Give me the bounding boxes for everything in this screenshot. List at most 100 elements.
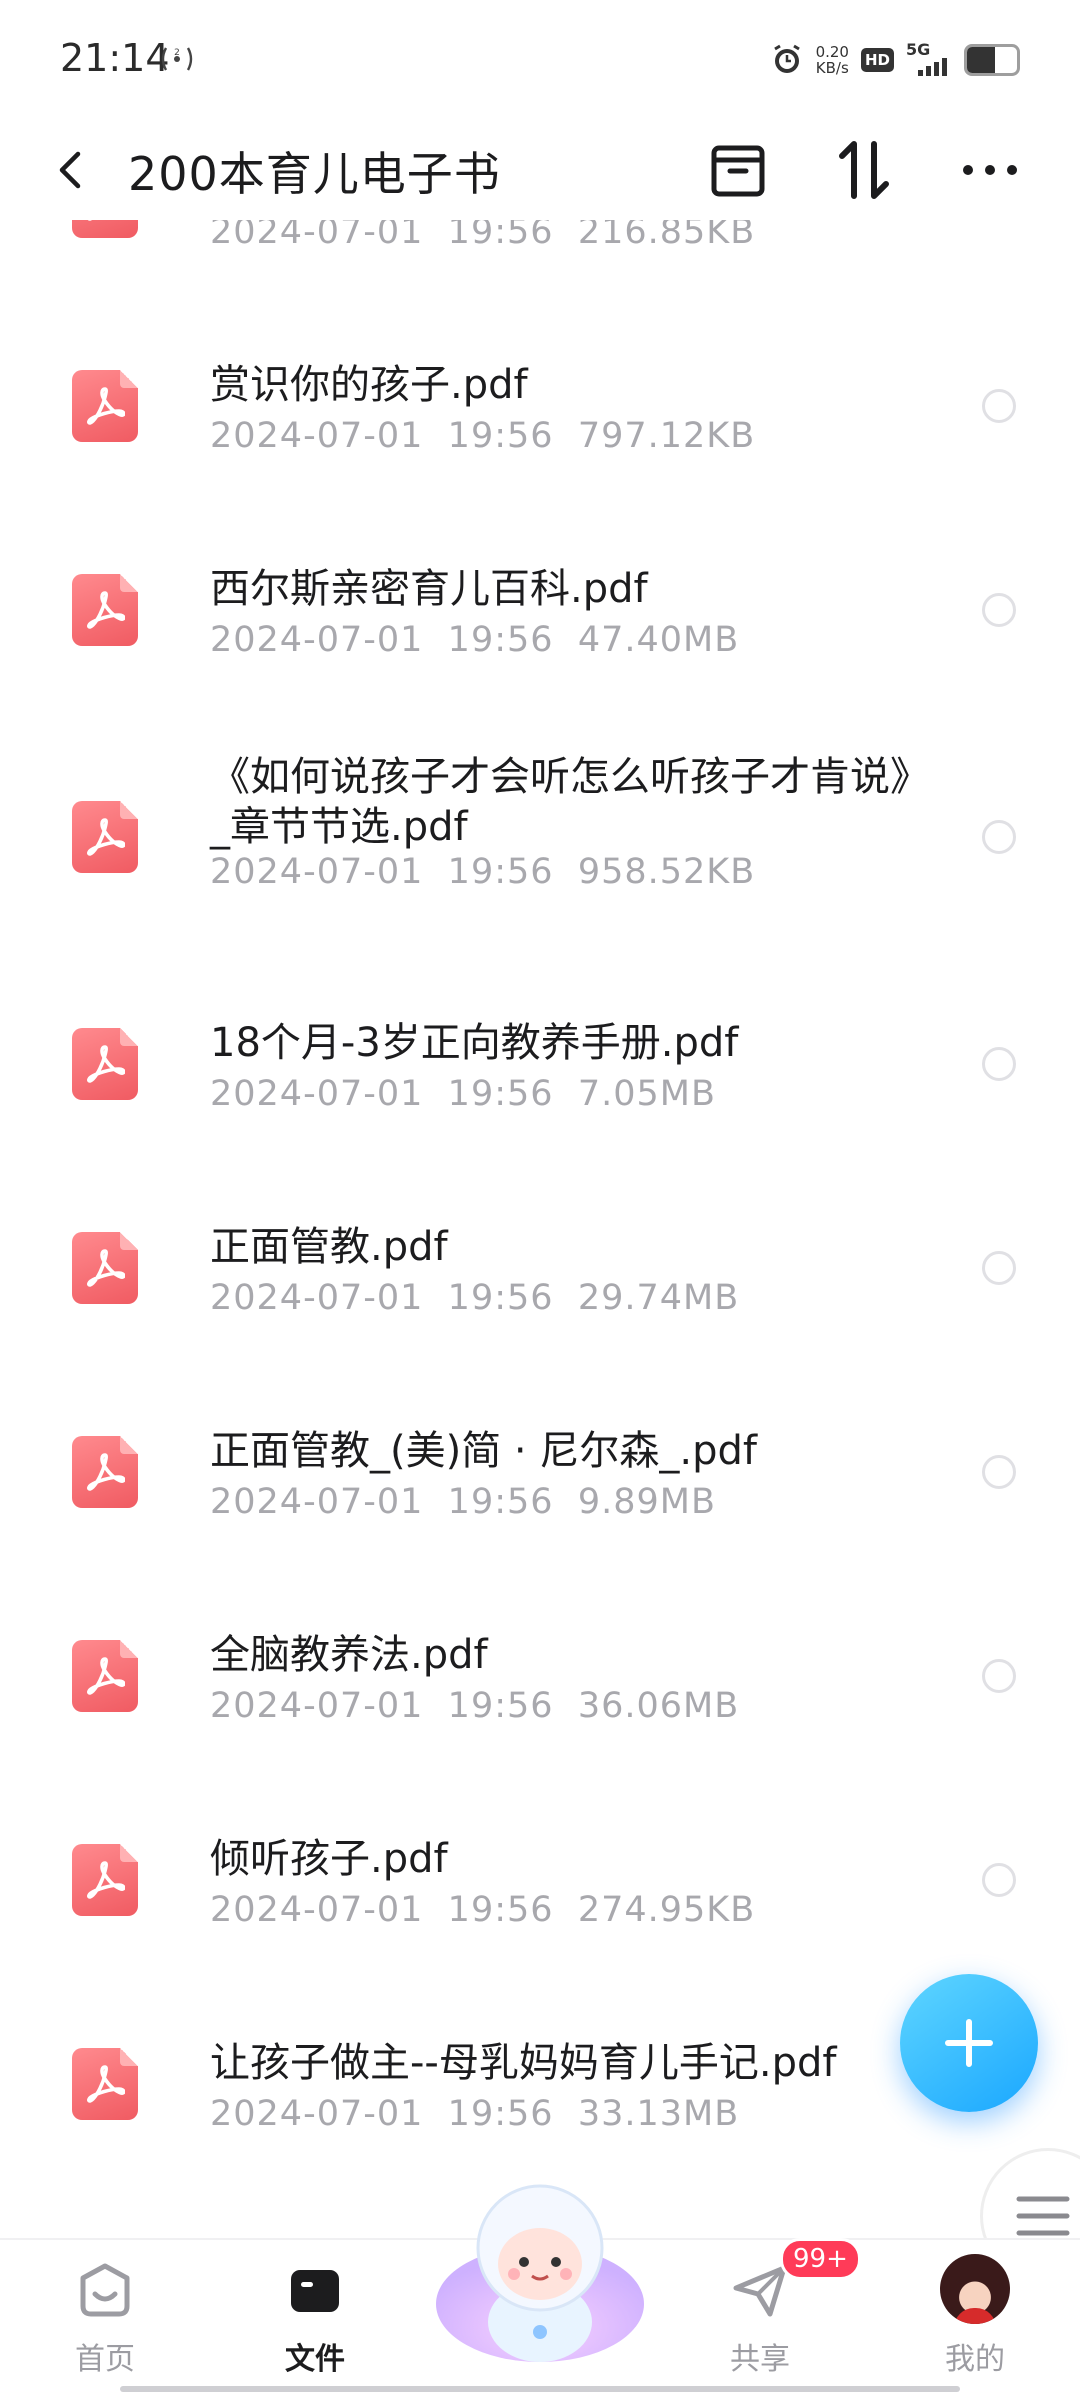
svg-text:2: 2 <box>174 48 180 58</box>
avatar <box>940 2254 1010 2324</box>
select-checkbox[interactable] <box>982 1251 1016 1285</box>
nav-files[interactable]: 文件 <box>225 2240 405 2380</box>
select-checkbox[interactable] <box>982 1455 1016 1489</box>
file-date: 2024-07-01 <box>210 852 424 892</box>
file-meta: 2024-07-01 19:56 958.52KB <box>210 852 755 892</box>
select-checkbox[interactable] <box>982 1863 1016 1897</box>
file-meta: 2024-07-01 19:56 29.74MB <box>210 1278 739 1318</box>
pdf-file-icon <box>72 574 138 646</box>
file-time: 19:56 <box>447 416 554 456</box>
file-row[interactable]: 西尔斯亲密育儿百科.pdf 2024-07-01 19:56 47.40MB <box>0 508 1080 712</box>
file-size: 216.85KB <box>577 220 756 252</box>
file-size: 958.52KB <box>577 852 756 892</box>
file-size: 29.74MB <box>577 1278 740 1318</box>
file-name: 《如何说孩子才会听怎么听孩子才肯说》_章节节选.pdf <box>210 754 910 850</box>
home-indicator <box>120 2386 960 2392</box>
file-time: 19:56 <box>447 1482 554 1522</box>
file-size: 274.95KB <box>577 1890 756 1930</box>
hd-badge: HD <box>860 48 894 72</box>
pdf-file-icon <box>72 220 138 238</box>
file-time: 19:56 <box>447 852 554 892</box>
file-size: 36.06MB <box>577 1686 740 1726</box>
alarm-icon <box>773 44 800 73</box>
file-name: 全脑教养法.pdf <box>210 1632 488 1678</box>
pdf-file-icon <box>72 1844 138 1916</box>
file-time: 19:56 <box>447 2094 554 2134</box>
share-badge: 99+ <box>780 2238 861 2280</box>
file-date: 2024-07-01 <box>210 2094 424 2134</box>
more-icon[interactable] <box>956 136 1024 204</box>
status-time: 21:14 <box>60 36 170 80</box>
file-size: 33.13MB <box>577 2094 740 2134</box>
file-time: 19:56 <box>447 1686 554 1726</box>
pdf-file-icon <box>72 1028 138 1100</box>
file-time: 19:56 <box>447 1074 554 1114</box>
file-row[interactable]: 正面管教_(美)简 · 尼尔森_.pdf 2024-07-01 19:56 9.… <box>0 1370 1080 1574</box>
add-button[interactable] <box>900 1974 1038 2112</box>
file-row[interactable]: 赏识你的孩子.pdf 2024-07-01 19:56 797.12KB <box>0 304 1080 508</box>
nav-home-label: 首页 <box>75 2342 135 2377</box>
file-time: 19:56 <box>447 220 554 252</box>
file-time: 19:56 <box>447 1890 554 1930</box>
net-speed-value: 0.20 <box>815 43 849 61</box>
file-date: 2024-07-01 <box>210 1686 424 1726</box>
file-name: 倾听孩子.pdf <box>210 1836 448 1882</box>
file-row[interactable]: . 2024-07-01 19:56 216.85KB <box>0 220 1080 304</box>
send-icon <box>733 2265 787 2317</box>
file-row[interactable]: 《如何说孩子才会听怎么听孩子才肯说》_章节节选.pdf 2024-07-01 1… <box>0 712 1080 962</box>
file-meta: 2024-07-01 19:56 9.89MB <box>210 1482 716 1522</box>
file-size: 797.12KB <box>577 416 756 456</box>
net-speed-unit: KB/s <box>815 59 849 77</box>
file-time: 19:56 <box>447 620 554 660</box>
file-meta: 2024-07-01 19:56 274.95KB <box>210 1890 755 1930</box>
select-checkbox[interactable] <box>982 1047 1016 1081</box>
file-date: 2024-07-01 <box>210 220 424 252</box>
file-meta: 2024-07-01 19:56 216.85KB <box>210 220 755 252</box>
folder-icon <box>291 2270 339 2312</box>
nav-mine-label: 我的 <box>945 2342 1005 2377</box>
ai-assistant-mascot-button[interactable] <box>430 2172 650 2362</box>
nav-mine[interactable]: 我的 <box>885 2240 1065 2380</box>
select-checkbox[interactable] <box>982 593 1016 627</box>
file-meta: 2024-07-01 19:56 7.05MB <box>210 1074 716 1114</box>
plus-icon <box>945 2019 993 2067</box>
sort-icon[interactable] <box>830 136 898 204</box>
network-speed: 0.20 KB/s <box>816 44 849 76</box>
pdf-file-icon <box>72 1232 138 1304</box>
page-title: 200本育儿电子书 <box>128 147 501 201</box>
file-name: 18个月-3岁正向教养手册.pdf <box>210 1020 739 1066</box>
file-meta: 2024-07-01 19:56 36.06MB <box>210 1686 739 1726</box>
select-checkbox[interactable] <box>982 820 1016 854</box>
hotspot-icon: 2 <box>161 47 193 71</box>
select-checkbox[interactable] <box>982 389 1016 423</box>
file-name: 正面管教.pdf <box>210 1224 448 1270</box>
home-icon <box>80 2263 130 2317</box>
file-row[interactable]: 全脑教养法.pdf 2024-07-01 19:56 36.06MB <box>0 1574 1080 1778</box>
pdf-file-icon <box>72 1640 138 1712</box>
select-checkbox[interactable] <box>982 1659 1016 1693</box>
file-date: 2024-07-01 <box>210 1074 424 1114</box>
menu-icon <box>1016 2196 1070 2236</box>
file-size: 7.05MB <box>577 1074 716 1114</box>
file-date: 2024-07-01 <box>210 1482 424 1522</box>
file-date: 2024-07-01 <box>210 620 424 660</box>
file-list: . 2024-07-01 19:56 216.85KB 赏识你的孩子.pdf 2… <box>0 220 1080 2230</box>
network-type-label: 5G <box>906 40 931 59</box>
nav-home[interactable]: 首页 <box>15 2240 195 2380</box>
app-header: 200本育儿电子书 <box>0 120 1080 220</box>
nav-files-label: 文件 <box>285 2342 345 2377</box>
file-row[interactable]: 正面管教.pdf 2024-07-01 19:56 29.74MB <box>0 1166 1080 1370</box>
nav-share[interactable]: 99+ 共享 <box>670 2238 861 2380</box>
file-date: 2024-07-01 <box>210 416 424 456</box>
file-size: 47.40MB <box>577 620 740 660</box>
file-time: 19:56 <box>447 1278 554 1318</box>
archive-icon[interactable] <box>704 136 772 204</box>
cellular-signal-icon: 5G <box>906 40 952 78</box>
back-icon[interactable] <box>50 142 92 198</box>
file-row[interactable]: 18个月-3岁正向教养手册.pdf 2024-07-01 19:56 7.05M… <box>0 962 1080 1166</box>
file-name: 西尔斯亲密育儿百科.pdf <box>210 566 648 612</box>
file-meta: 2024-07-01 19:56 33.13MB <box>210 2094 739 2134</box>
file-row[interactable]: 倾听孩子.pdf 2024-07-01 19:56 274.95KB <box>0 1778 1080 1982</box>
pdf-file-icon <box>72 801 138 873</box>
file-name: 正面管教_(美)简 · 尼尔森_.pdf <box>210 1428 757 1474</box>
